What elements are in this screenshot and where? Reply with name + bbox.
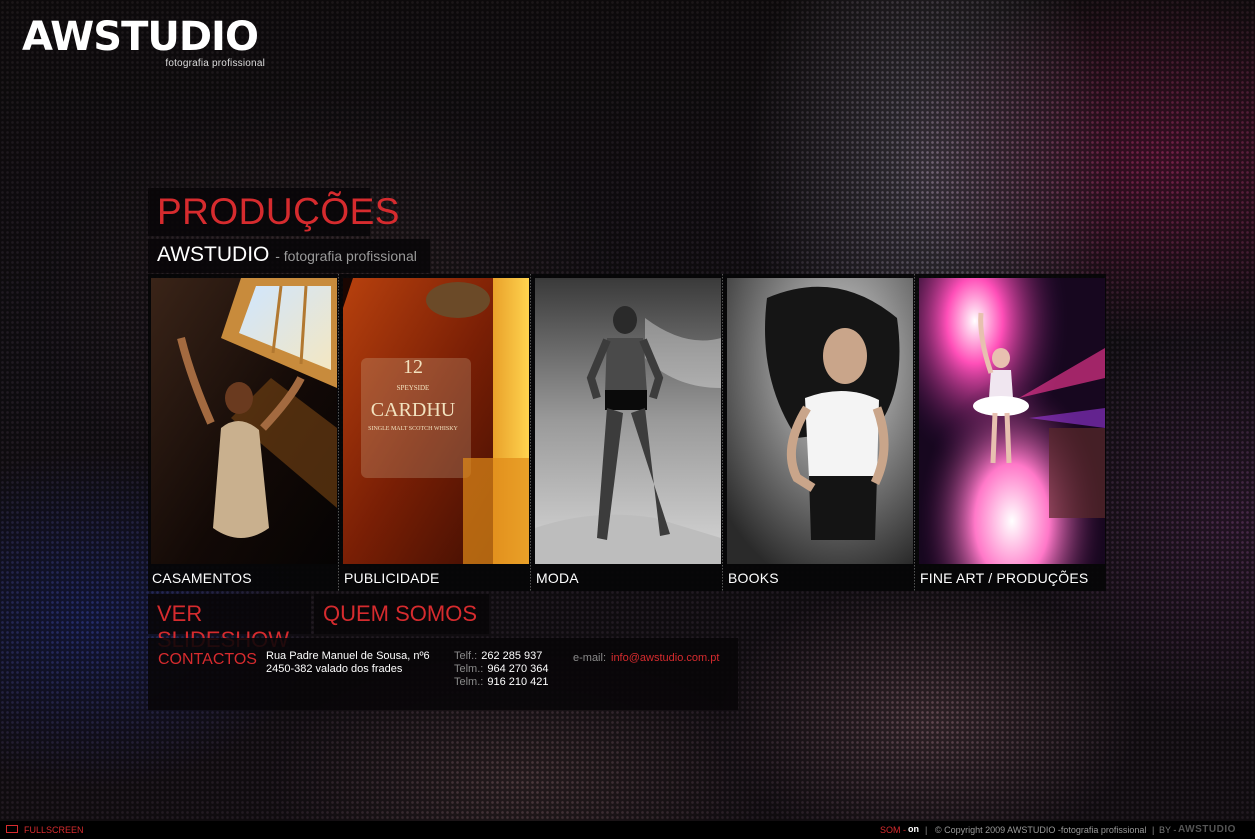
page-title: PRODUÇÕES xyxy=(157,191,400,232)
gallery-divider xyxy=(722,274,723,591)
about-button-label[interactable]: QUEM SOMOS xyxy=(323,601,477,627)
phone-number: 262 285 937 xyxy=(481,650,543,662)
site-logo[interactable]: AWSTUDIO fotografia profissional xyxy=(22,16,267,74)
slideshow-button[interactable]: VER SLIDESHOW xyxy=(148,594,311,652)
credit-logo[interactable]: AWSTUDIO xyxy=(1178,824,1236,835)
phone-telm-1: Telm.: 964 270 364 xyxy=(454,663,549,675)
page-title-panel: PRODUÇÕES xyxy=(148,188,399,236)
brand-tagline: - fotografia profissional xyxy=(275,248,417,264)
svg-text:CARDHU: CARDHU xyxy=(371,399,456,421)
sound-toggle[interactable]: on xyxy=(908,824,919,834)
address-line-1: Rua Padre Manuel de Sousa, nº6 xyxy=(266,650,430,662)
contacts-panel: CONTACTOS Rua Padre Manuel de Sousa, nº6… xyxy=(148,638,738,710)
credit-label: BY - xyxy=(1159,825,1177,835)
phone-number: 916 210 421 xyxy=(487,676,549,688)
gallery-divider xyxy=(914,274,915,591)
category-label[interactable]: BOOKS xyxy=(728,570,779,586)
category-label[interactable]: MODA xyxy=(536,570,579,586)
copyright-text: © Copyright 2009 AWSTUDIO -fotografia pr… xyxy=(935,825,1147,835)
category-fine-art[interactable]: FINE ART / PRODUÇÕES xyxy=(919,278,1105,587)
footer-bar: FULLSCREEN SOM - on | © Copyright 2009 A… xyxy=(0,821,1255,839)
email-label: e-mail: xyxy=(573,652,607,664)
category-label[interactable]: PUBLICIDADE xyxy=(344,570,440,586)
portrait-photo[interactable] xyxy=(727,278,913,564)
logo-tagline: fotografia profissional xyxy=(165,58,265,69)
contacts-title: CONTACTOS xyxy=(158,651,257,668)
address-line-2: 2450-382 valado dos frades xyxy=(266,663,403,675)
phone-telf: Telf.: 262 285 937 xyxy=(454,650,542,662)
phone-label: Telf.: xyxy=(454,650,478,662)
brand-subtitle: AWSTUDIO - fotografia profissional xyxy=(157,243,417,267)
brand-name: AWSTUDIO xyxy=(157,243,270,266)
fullscreen-button[interactable]: FULLSCREEN xyxy=(24,825,84,835)
phone-label: Telm.: xyxy=(454,676,484,688)
category-publicidade[interactable]: 12 SPEYSIDE CARDHU SINGLE MALT SCOTCH WH… xyxy=(343,278,529,587)
phone-number: 964 270 364 xyxy=(487,663,549,675)
logo-wordmark: AWSTUDIO xyxy=(22,14,259,60)
email-link[interactable]: info@awstudio.com.pt xyxy=(611,652,719,664)
category-books[interactable]: BOOKS xyxy=(727,278,913,587)
fullscreen-icon[interactable] xyxy=(6,825,18,833)
category-label[interactable]: CASAMENTOS xyxy=(152,570,252,586)
category-moda[interactable]: MODA xyxy=(535,278,721,587)
about-button[interactable]: QUEM SOMOS xyxy=(314,594,489,634)
page-background: AWSTUDIO fotografia profissional PRODUÇÕ… xyxy=(0,0,1255,839)
category-label[interactable]: FINE ART / PRODUÇÕES xyxy=(920,570,1088,586)
svg-text:SPEYSIDE: SPEYSIDE xyxy=(397,384,430,392)
fashion-model-photo[interactable] xyxy=(535,278,721,564)
svg-text:SINGLE MALT SCOTCH WHISKY: SINGLE MALT SCOTCH WHISKY xyxy=(368,426,458,432)
brand-subtitle-panel: AWSTUDIO - fotografia profissional xyxy=(148,239,430,273)
footer-separator: | xyxy=(925,825,928,835)
phone-label: Telm.: xyxy=(454,663,484,675)
ballerina-art-photo[interactable] xyxy=(919,278,1105,564)
category-casamentos[interactable]: CASAMENTOS xyxy=(151,278,337,587)
sound-label: SOM - xyxy=(880,825,906,835)
footer-separator: | xyxy=(1152,825,1155,835)
gallery-divider xyxy=(338,274,339,591)
svg-text:12: 12 xyxy=(403,356,423,378)
category-gallery: CASAMENTOS 12 SPEYSIDE CARDHU SINGLE MAL… xyxy=(148,274,1106,591)
gallery-divider xyxy=(530,274,531,591)
phone-telm-2: Telm.: 916 210 421 xyxy=(454,676,549,688)
whisky-bottle-photo[interactable]: 12 SPEYSIDE CARDHU SINGLE MALT SCOTCH WH… xyxy=(343,278,529,564)
wedding-photo[interactable] xyxy=(151,278,337,564)
